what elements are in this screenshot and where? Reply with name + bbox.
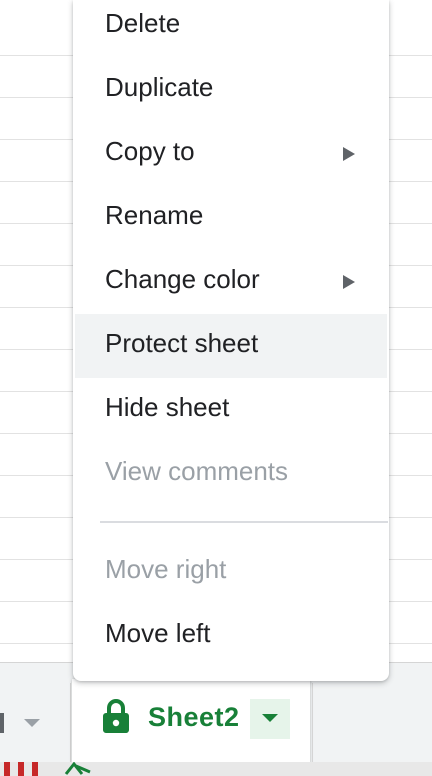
tab-divider xyxy=(70,683,71,763)
submenu-arrow-icon xyxy=(343,275,355,289)
menu-item-label: View comments xyxy=(105,456,289,486)
menu-item-view-comments: View comments xyxy=(73,442,389,506)
image-fragment-icon xyxy=(64,762,91,775)
menu-item-label: Move right xyxy=(105,554,227,584)
tab-edge xyxy=(0,713,4,733)
canvas-image-remnant xyxy=(0,762,432,776)
menu-item-label: Copy to xyxy=(105,136,195,166)
image-stripe xyxy=(32,762,38,776)
menu-item-label: Duplicate xyxy=(105,72,214,102)
tab-divider xyxy=(312,683,313,763)
menu-item-move-left[interactable]: Move left xyxy=(73,604,389,668)
lock-icon xyxy=(103,699,129,733)
sheet-context-menu: Delete Duplicate Copy to Rename Change c… xyxy=(73,0,389,681)
menu-item-hide-sheet[interactable]: Hide sheet xyxy=(73,378,389,442)
menu-item-label: Delete xyxy=(105,8,181,38)
sheet-tab-name: Sheet2 xyxy=(148,702,240,732)
menu-item-copy-to[interactable]: Copy to xyxy=(73,122,389,186)
menu-item-label: Move left xyxy=(105,618,211,648)
image-stripe xyxy=(18,762,24,776)
menu-item-duplicate[interactable]: Duplicate xyxy=(73,58,389,122)
chevron-down-icon xyxy=(262,714,278,722)
menu-item-move-right: Move right xyxy=(73,540,389,604)
menu-item-label: Rename xyxy=(105,200,204,230)
tab-menu-caret-icon[interactable] xyxy=(24,719,40,727)
sheet-tab-active[interactable]: Sheet2 xyxy=(72,679,310,763)
menu-divider xyxy=(100,521,388,523)
menu-item-delete[interactable]: Delete xyxy=(73,0,389,58)
sheet-tab-dropdown-button[interactable] xyxy=(250,699,290,739)
menu-item-rename[interactable]: Rename xyxy=(73,186,389,250)
menu-item-change-color[interactable]: Change color xyxy=(73,250,389,314)
sheet-tab-previous[interactable] xyxy=(0,663,70,763)
submenu-arrow-icon xyxy=(343,147,355,161)
menu-item-protect-sheet[interactable]: Protect sheet xyxy=(75,314,387,378)
menu-item-label: Protect sheet xyxy=(105,328,259,358)
menu-item-label: Change color xyxy=(105,264,260,294)
menu-item-label: Hide sheet xyxy=(105,392,230,422)
image-stripe xyxy=(4,762,10,776)
